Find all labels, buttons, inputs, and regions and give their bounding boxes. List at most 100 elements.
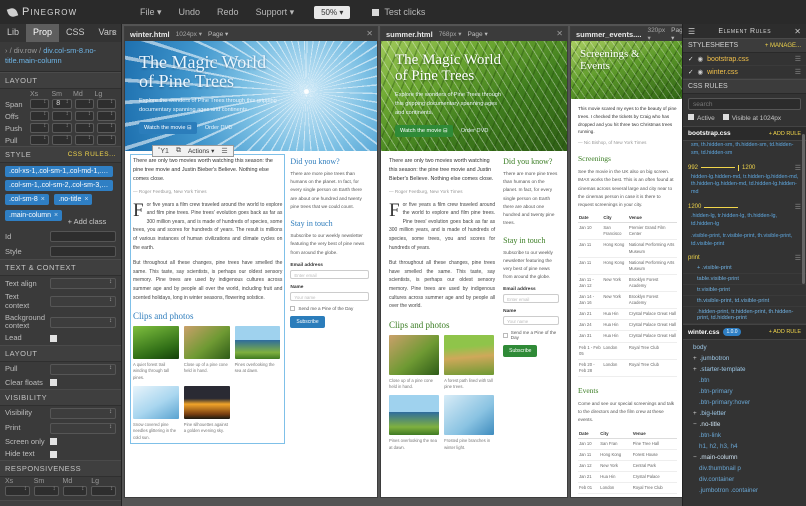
add-class-button[interactable]: + Add class: [68, 217, 107, 226]
media-query-row[interactable]: 1200 ☰: [683, 200, 806, 212]
thumbnail[interactable]: Pines overlooking the sea at dawn.: [234, 326, 281, 381]
order-dvd-button[interactable]: Order DVD: [461, 125, 494, 137]
css-rule[interactable]: th.visible-print, td.visible-print: [683, 296, 806, 308]
class-chip[interactable]: .main-column ×: [5, 210, 63, 222]
drag-handle-icon[interactable]: ☰: [795, 254, 801, 262]
expand-icon[interactable]: +: [693, 366, 697, 373]
test-clicks-toggle[interactable]: Test clicks: [372, 7, 425, 17]
page-menu[interactable]: Page ▾: [208, 30, 228, 38]
actions-menu-button[interactable]: Actions ▾: [188, 147, 214, 155]
css-file-row-winter[interactable]: winter.css 1.0.0 + ADD RULE: [683, 324, 806, 341]
css-tree-item[interactable]: + .big-letter: [683, 408, 806, 419]
tab-prop[interactable]: Prop: [26, 24, 60, 42]
media-query-print-row[interactable]: print ☰: [683, 251, 806, 263]
filter-active[interactable]: Active: [688, 114, 715, 122]
css-tree-item[interactable]: .btn-primary:hover: [683, 397, 806, 408]
tab-lib[interactable]: Lib: [0, 24, 26, 42]
css-tree-item[interactable]: − .main-column: [683, 452, 806, 463]
css-selector-block[interactable]: sm, th.hidden-sm, th.hidden-sm, td.hidde…: [683, 141, 806, 161]
text-context-select[interactable]: [50, 296, 116, 307]
duplicate-icon[interactable]: ⧉: [176, 147, 181, 155]
watch-movie-button[interactable]: Watch the movie ⊟: [139, 122, 197, 135]
resp-sm-select[interactable]: [33, 486, 59, 497]
visibility-select[interactable]: [50, 407, 116, 419]
breadcrumb[interactable]: › / div.row / div.col-sm-8.no-title.main…: [0, 42, 121, 73]
zoom-level-selector[interactable]: 50% ▾: [314, 5, 351, 19]
remove-class-icon[interactable]: ×: [84, 196, 88, 203]
css-selector-block[interactable]: hidden-lg.hidden-md, tr.hidden-lg.hidden…: [683, 173, 806, 200]
lead-checkbox[interactable]: [50, 334, 57, 342]
css-rule[interactable]: tr.visible-print: [683, 285, 806, 297]
pull-md-stepper[interactable]: [74, 135, 94, 146]
eye-icon[interactable]: ◉: [697, 55, 703, 63]
thumbnail[interactable]: Frosted pine branches in winter light.: [444, 395, 495, 451]
main-column-winter[interactable]: There are only two movies worth watching…: [129, 154, 286, 444]
class-chip[interactable]: .col-xs-1,.col-sm-1,.col-md-1,.col-l...: [5, 166, 113, 178]
css-rules-search-input[interactable]: search: [688, 98, 801, 110]
thumbnail[interactable]: Snow covered pine needles glittering in …: [133, 385, 179, 441]
span-md-stepper[interactable]: [74, 99, 94, 110]
css-tree-item[interactable]: body: [683, 342, 806, 353]
tab-vars[interactable]: Vars: [92, 24, 121, 42]
check-icon[interactable]: ✓: [688, 68, 693, 76]
page-filename[interactable]: summer.html: [386, 30, 433, 39]
manage-stylesheets-link[interactable]: + MANAGE...: [765, 43, 801, 49]
menu-redo[interactable]: Redo: [217, 7, 239, 17]
css-rule[interactable]: + .visible-print: [683, 263, 806, 275]
text-align-select[interactable]: [50, 278, 116, 290]
email-field[interactable]: Enter email: [503, 294, 559, 304]
close-page-icon[interactable]: ✕: [366, 29, 373, 38]
push-xs-stepper[interactable]: [30, 123, 50, 134]
right-panel-scrollbar[interactable]: [802, 134, 805, 284]
css-tree-item[interactable]: h1, h2, h3, h4: [683, 441, 806, 452]
subscribe-button[interactable]: Subscribe: [290, 315, 325, 328]
pull-select[interactable]: [50, 363, 116, 375]
collapse-icon[interactable]: −: [693, 454, 697, 461]
class-chip[interactable]: .col-sm-8 ×: [5, 194, 49, 206]
thumbnail[interactable]: Close up of a pine cone held in hand.: [389, 334, 440, 391]
hamburger-icon[interactable]: ☰: [221, 147, 227, 155]
css-rule[interactable]: .hidden-print, tr.hidden-print, th.hidde…: [683, 307, 806, 325]
tab-css[interactable]: CSS: [59, 24, 92, 42]
css-tree-item[interactable]: − .no-title: [683, 419, 806, 430]
css-rules-link[interactable]: CSS RULES...: [68, 151, 116, 158]
subscribe-button[interactable]: Subscribe: [503, 345, 538, 358]
thumbnail[interactable]: A quiet forest trail winding through tal…: [133, 326, 179, 381]
thumbnail[interactable]: Close up of a pine cone held in hand.: [183, 326, 230, 381]
id-input[interactable]: [50, 231, 116, 243]
checkbox-icon[interactable]: [372, 8, 380, 16]
drag-handle-icon[interactable]: ☰: [795, 164, 801, 172]
collapse-icon[interactable]: −: [693, 421, 697, 428]
page-filename[interactable]: summer_events....: [576, 30, 641, 39]
drag-handle-icon[interactable]: ☰: [795, 55, 801, 63]
page-frame-summer[interactable]: summer.html 768px ▾ Page ▾ ✕ The Magic W…: [380, 26, 568, 498]
css-tree-item[interactable]: + .jumbotron: [683, 353, 806, 364]
clear-floats-checkbox[interactable]: [50, 379, 57, 387]
close-panel-icon[interactable]: ✕: [794, 27, 801, 36]
name-field[interactable]: Your name: [503, 316, 559, 326]
expand-icon[interactable]: +: [693, 410, 697, 417]
media-query-row[interactable]: 992 1200 ☰: [683, 161, 806, 173]
page-width-selector[interactable]: 768px ▾: [439, 30, 462, 38]
name-field[interactable]: Your name: [290, 291, 369, 301]
css-tree-item[interactable]: + .starter-template: [683, 364, 806, 375]
css-tree-item[interactable]: .btn-primary: [683, 386, 806, 397]
close-page-icon[interactable]: ✕: [556, 29, 563, 38]
newsletter-checkbox[interactable]: [290, 305, 296, 311]
page-menu[interactable]: Page ▾: [467, 30, 487, 38]
page-frame-winter[interactable]: winter.html 1024px ▾ Page ▾ ✕ The Magic …: [124, 26, 378, 498]
css-tree-item[interactable]: div.container: [683, 474, 806, 485]
class-chip[interactable]: .no-title ×: [54, 194, 93, 206]
background-context-select[interactable]: [50, 316, 116, 328]
menu-file[interactable]: File ▾: [140, 7, 162, 18]
style-input[interactable]: [50, 246, 116, 258]
page-width-selector[interactable]: 320px ▾: [647, 27, 665, 42]
offs-md-stepper[interactable]: [74, 111, 94, 122]
push-lg-stepper[interactable]: [96, 123, 116, 134]
add-rule-button[interactable]: + ADD RULE: [769, 131, 801, 137]
remove-class-icon[interactable]: ×: [54, 212, 58, 219]
panel-menu-icon[interactable]: ☰: [688, 27, 695, 36]
css-tree-item[interactable]: .btn: [683, 375, 806, 386]
checkbox-icon[interactable]: [722, 114, 729, 120]
css-rule[interactable]: table.visible-print: [683, 274, 806, 286]
